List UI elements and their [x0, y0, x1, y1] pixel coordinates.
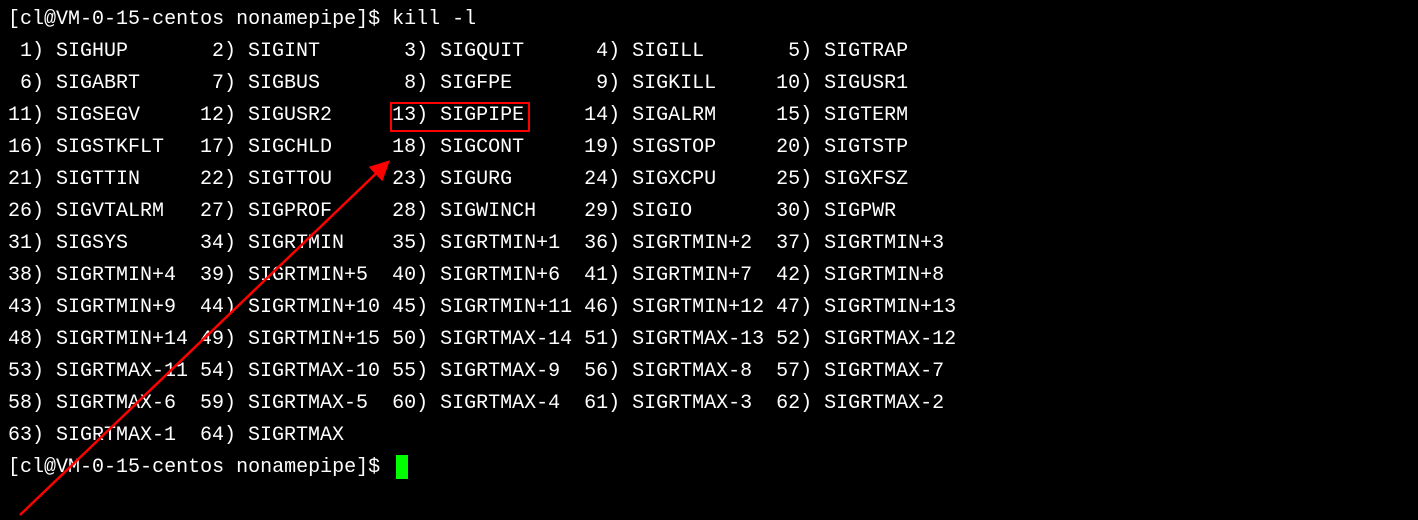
signal-cell: 27) SIGPROF: [200, 196, 392, 228]
signal-cell: 64) SIGRTMAX: [200, 420, 392, 452]
signal-cell: 35) SIGRTMIN+1: [392, 228, 584, 260]
signal-cell: 39) SIGRTMIN+5: [200, 260, 392, 292]
signal-cell: 47) SIGRTMIN+13: [776, 292, 956, 324]
signal-cell: 49) SIGRTMIN+15: [200, 324, 392, 356]
signal-cell: 42) SIGRTMIN+8: [776, 260, 944, 292]
signal-cell: 16) SIGSTKFLT: [8, 132, 200, 164]
signal-cell: 24) SIGXCPU: [584, 164, 776, 196]
signal-row: 31) SIGSYS 34) SIGRTMIN 35) SIGRTMIN+1 3…: [8, 228, 1410, 260]
cursor-block: [396, 455, 408, 479]
signal-cell: 60) SIGRTMAX-4: [392, 388, 584, 420]
signal-cell: 1) SIGHUP: [8, 36, 200, 68]
signal-cell: 54) SIGRTMAX-10: [200, 356, 392, 388]
prompt-path: nonamepipe: [236, 8, 356, 31]
signal-cell: 40) SIGRTMIN+6: [392, 260, 584, 292]
signal-cell: 61) SIGRTMAX-3: [584, 388, 776, 420]
signal-cell: 14) SIGALRM: [584, 100, 776, 132]
signal-row: 6) SIGABRT 7) SIGBUS 8) SIGFPE 9) SIGKIL…: [8, 68, 1410, 100]
signal-row: 58) SIGRTMAX-6 59) SIGRTMAX-5 60) SIGRTM…: [8, 388, 1410, 420]
signal-row: 63) SIGRTMAX-1 64) SIGRTMAX: [8, 420, 1410, 452]
signal-cell: 22) SIGTTOU: [200, 164, 392, 196]
signal-cell: 37) SIGRTMIN+3: [776, 228, 944, 260]
terminal-prompt-line-end[interactable]: [cl@VM-0-15-centos nonamepipe]$: [8, 452, 1410, 484]
signal-cell: 12) SIGUSR2: [200, 100, 392, 132]
signal-row: 11) SIGSEGV 12) SIGUSR2 13) SIGPIPE 14) …: [8, 100, 1410, 132]
prompt-symbol: $: [368, 8, 380, 31]
signal-row: 1) SIGHUP 2) SIGINT 3) SIGQUIT 4) SIGILL…: [8, 36, 1410, 68]
signal-row: 48) SIGRTMIN+14 49) SIGRTMIN+15 50) SIGR…: [8, 324, 1410, 356]
signal-row: 21) SIGTTIN 22) SIGTTOU 23) SIGURG 24) S…: [8, 164, 1410, 196]
prompt-host: VM-0-15-centos: [56, 8, 224, 31]
signal-cell: 63) SIGRTMAX-1: [8, 420, 200, 452]
signal-cell: 18) SIGCONT: [392, 132, 584, 164]
signal-cell: 62) SIGRTMAX-2: [776, 388, 944, 420]
signal-cell: 20) SIGTSTP: [776, 132, 908, 164]
signal-cell: 7) SIGBUS: [200, 68, 392, 100]
signal-cell: 34) SIGRTMIN: [200, 228, 392, 260]
signal-cell: 19) SIGSTOP: [584, 132, 776, 164]
signal-row: 16) SIGSTKFLT 17) SIGCHLD 18) SIGCONT 19…: [8, 132, 1410, 164]
signal-cell: 41) SIGRTMIN+7: [584, 260, 776, 292]
signal-cell: 10) SIGUSR1: [776, 68, 908, 100]
signal-cell: 48) SIGRTMIN+14: [8, 324, 200, 356]
signal-cell: 13) SIGPIPE: [392, 100, 584, 132]
signal-cell: 6) SIGABRT: [8, 68, 200, 100]
prompt-user: cl: [20, 8, 44, 31]
signal-cell: 17) SIGCHLD: [200, 132, 392, 164]
prompt-user: cl: [20, 456, 44, 479]
signal-cell: 21) SIGTTIN: [8, 164, 200, 196]
signal-cell: 44) SIGRTMIN+10: [200, 292, 392, 324]
signal-cell: 51) SIGRTMAX-13: [584, 324, 776, 356]
signal-cell: 25) SIGXFSZ: [776, 164, 908, 196]
signal-cell: 55) SIGRTMAX-9: [392, 356, 584, 388]
signal-cell: 9) SIGKILL: [584, 68, 776, 100]
signal-cell: 2) SIGINT: [200, 36, 392, 68]
signal-cell: 38) SIGRTMIN+4: [8, 260, 200, 292]
prompt-host: VM-0-15-centos: [56, 456, 224, 479]
signal-cell: 56) SIGRTMAX-8: [584, 356, 776, 388]
terminal-prompt-line: [cl@VM-0-15-centos nonamepipe]$ kill -l: [8, 4, 1410, 36]
signal-row: 26) SIGVTALRM 27) SIGPROF 28) SIGWINCH 2…: [8, 196, 1410, 228]
signal-cell: 28) SIGWINCH: [392, 196, 584, 228]
signal-cell: 4) SIGILL: [584, 36, 776, 68]
prompt-path: nonamepipe: [236, 456, 356, 479]
signal-cell: 50) SIGRTMAX-14: [392, 324, 584, 356]
prompt-symbol: $: [368, 456, 380, 479]
signal-cell: 57) SIGRTMAX-7: [776, 356, 944, 388]
signal-cell: 3) SIGQUIT: [392, 36, 584, 68]
signal-cell: 58) SIGRTMAX-6: [8, 388, 200, 420]
signal-cell: 59) SIGRTMAX-5: [200, 388, 392, 420]
signal-cell: 43) SIGRTMIN+9: [8, 292, 200, 324]
signal-cell: 52) SIGRTMAX-12: [776, 324, 956, 356]
signal-cell: 8) SIGFPE: [392, 68, 584, 100]
signal-cell: 45) SIGRTMIN+11: [392, 292, 584, 324]
signal-cell: 46) SIGRTMIN+12: [584, 292, 776, 324]
signal-cell: 5) SIGTRAP: [776, 36, 908, 68]
signal-row: 53) SIGRTMAX-11 54) SIGRTMAX-10 55) SIGR…: [8, 356, 1410, 388]
signal-cell: 31) SIGSYS: [8, 228, 200, 260]
command-text: kill -l: [392, 8, 476, 31]
signal-cell: 29) SIGIO: [584, 196, 776, 228]
signal-cell: 36) SIGRTMIN+2: [584, 228, 776, 260]
signal-cell: 15) SIGTERM: [776, 100, 908, 132]
signal-cell: 26) SIGVTALRM: [8, 196, 200, 228]
signal-list: 1) SIGHUP 2) SIGINT 3) SIGQUIT 4) SIGILL…: [8, 36, 1410, 452]
signal-cell: 11) SIGSEGV: [8, 100, 200, 132]
signal-row: 38) SIGRTMIN+4 39) SIGRTMIN+5 40) SIGRTM…: [8, 260, 1410, 292]
signal-cell: 53) SIGRTMAX-11: [8, 356, 200, 388]
signal-cell: 30) SIGPWR: [776, 196, 896, 228]
signal-row: 43) SIGRTMIN+9 44) SIGRTMIN+10 45) SIGRT…: [8, 292, 1410, 324]
signal-cell: 23) SIGURG: [392, 164, 584, 196]
